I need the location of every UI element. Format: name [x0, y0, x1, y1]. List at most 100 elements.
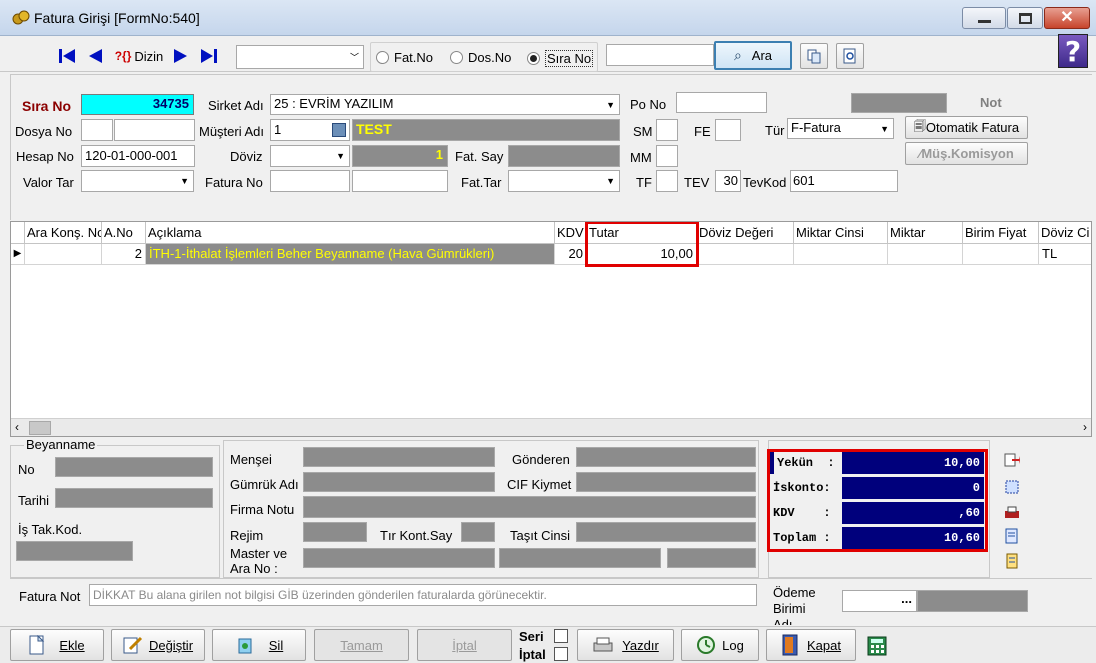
log-button[interactable]: Log: [681, 629, 759, 661]
not-label: Not: [980, 95, 1002, 110]
mm-input[interactable]: [656, 145, 678, 167]
radio-sirano[interactable]: Sıra No: [527, 50, 594, 67]
ekle-button[interactable]: Ekle: [10, 629, 104, 661]
toolbar-combo[interactable]: ﹀: [236, 45, 364, 69]
grid-header-doviz-degeri[interactable]: Döviz Değeri: [697, 222, 794, 244]
sil-button[interactable]: Sil: [212, 629, 306, 661]
doviz-rate-value: 1: [435, 147, 443, 162]
grid-header-doviz-cinsi[interactable]: Döviz Ci: [1039, 222, 1091, 244]
table-cell-miktar-cinsi[interactable]: [794, 244, 888, 265]
horizontal-scrollbar[interactable]: ‹ ›: [11, 418, 1091, 436]
fatura-not-input[interactable]: DİKKAT Bu alana girilen not bilgisi GİB …: [89, 584, 757, 606]
calculator-button[interactable]: [867, 636, 887, 656]
fe-input[interactable]: [715, 119, 741, 141]
master-ve-label: Master ve: [230, 546, 288, 561]
seri-checkbox[interactable]: [554, 629, 568, 643]
table-cell-doviz-degeri[interactable]: [697, 244, 794, 265]
next-icon: [174, 49, 187, 63]
tevkod-input[interactable]: 601: [790, 170, 898, 192]
yazdir-button[interactable]: Yazdır: [577, 629, 674, 661]
sm-input[interactable]: [656, 119, 678, 141]
grid-header-ara-kons-no[interactable]: Ara Konş. No: [25, 222, 102, 244]
tir-kont-say-label: Tır Kont.Say: [380, 528, 453, 543]
scroll-thumb[interactable]: [29, 421, 51, 435]
firma-notu-label: Firma Notu: [230, 502, 295, 517]
help-icon: ?: [1064, 34, 1082, 68]
doviz-select[interactable]: ▼: [270, 145, 350, 167]
close-button[interactable]: ✕: [1044, 7, 1090, 29]
prev-record-button[interactable]: [84, 45, 106, 67]
last-icon: [201, 49, 217, 63]
degistir-button[interactable]: Değiştir: [111, 629, 205, 661]
close-icon: ✕: [1060, 9, 1074, 26]
grid-header-miktar-cinsi[interactable]: Miktar Cinsi: [794, 222, 888, 244]
print-icon[interactable]: [1004, 505, 1020, 521]
valor-tar-select[interactable]: ▼: [81, 170, 194, 192]
search-input[interactable]: [606, 44, 714, 66]
grid-header-aciklama[interactable]: Açıklama: [146, 222, 555, 244]
musteri-code-input[interactable]: 1: [270, 119, 350, 141]
table-cell-aciklama[interactable]: İTH-1-İthalat İşlemleri Beher Beyanname …: [146, 244, 555, 265]
dosya-no-input-1[interactable]: [81, 119, 113, 141]
help-button[interactable]: ?: [1058, 34, 1088, 68]
radio-dosno[interactable]: Dos.No: [450, 50, 511, 65]
first-record-button[interactable]: [56, 45, 78, 67]
grid-header-a-no[interactable]: A.No: [102, 222, 146, 244]
toolbar: ?{} Dizin ﹀ Fat.No Dos.No Sıra No ⌕ Ara …: [0, 34, 1096, 72]
ara-label: Ara: [751, 48, 773, 63]
fatura-not-placeholder: DİKKAT Bu alana girilen not bilgisi GİB …: [93, 588, 547, 602]
fatura-no-input-2[interactable]: [352, 170, 448, 192]
tasit-cinsi-label: Taşıt Cinsi: [510, 528, 570, 543]
otomatik-fatura-button[interactable]: 🗐 Otomatik Fatura: [905, 116, 1028, 139]
radio-fatno[interactable]: Fat.No: [376, 50, 433, 65]
row-indicator: ▶: [11, 244, 25, 265]
notes-icon[interactable]: [1004, 553, 1020, 569]
is-tak-kod-label: İş Tak.Kod.: [18, 522, 83, 537]
fatura-no-input-1[interactable]: [270, 170, 350, 192]
select-icon[interactable]: [1004, 479, 1020, 495]
table-cell-doviz-cinsi[interactable]: TL: [1039, 244, 1091, 265]
copy-button[interactable]: [800, 43, 828, 69]
beyanname-no-field: [55, 457, 213, 477]
sira-no-field[interactable]: 34735: [81, 94, 194, 115]
grid-header-miktar[interactable]: Miktar: [888, 222, 963, 244]
scroll-right-icon[interactable]: ›: [1083, 420, 1087, 434]
table-cell-birim-fiyat[interactable]: [963, 244, 1039, 265]
po-no-input[interactable]: [676, 92, 767, 113]
iptal-checkbox[interactable]: [554, 647, 568, 661]
maximize-button[interactable]: [1007, 7, 1043, 29]
preview-button[interactable]: [836, 43, 864, 69]
table-cell-miktar[interactable]: [888, 244, 963, 265]
hesap-no-input[interactable]: 120-01-000-001: [81, 145, 195, 167]
mensei-field: [303, 447, 495, 467]
po-no-label: Po No: [630, 97, 667, 112]
tf-input[interactable]: [656, 170, 678, 192]
tur-select[interactable]: F-Fatura ▼: [787, 118, 894, 139]
scroll-left-icon[interactable]: ‹: [15, 420, 19, 434]
sirket-adi-select[interactable]: 25 : EVRİM YAZILIM ▼: [270, 94, 620, 115]
fat-tar-select[interactable]: ▼: [508, 170, 620, 192]
chevron-down-icon: ﹀: [349, 52, 359, 63]
odeme-label-2: Birimi: [773, 601, 806, 616]
ara-button[interactable]: ⌕ Ara: [714, 41, 792, 70]
table-cell-a-no[interactable]: 2: [102, 244, 146, 265]
list-icon[interactable]: [1004, 528, 1020, 544]
table-cell-kdv[interactable]: 20: [555, 244, 587, 265]
mus-komisyon-button: ⁄ Müş.Komisyon: [905, 142, 1028, 165]
radio-dosno-label: Dos.No: [468, 50, 512, 65]
grid-header-kdv[interactable]: KDV: [555, 222, 587, 244]
table-cell-ara-kons-no[interactable]: [25, 244, 102, 265]
dosya-no-input-2[interactable]: [114, 119, 195, 141]
tev-input[interactable]: 30: [715, 170, 741, 192]
odeme-lookup-input[interactable]: ...: [842, 590, 917, 612]
kapat-label: Kapat: [807, 637, 841, 653]
lookup-icon[interactable]: [332, 123, 346, 137]
minimize-button[interactable]: [962, 7, 1006, 29]
kapat-button[interactable]: Kapat: [766, 629, 856, 661]
dizin-button[interactable]: ?{} Dizin: [110, 44, 168, 68]
ellipsis-icon[interactable]: ...: [901, 591, 912, 606]
grid-header-birim-fiyat[interactable]: Birim Fiyat: [963, 222, 1039, 244]
export-icon[interactable]: [1004, 452, 1020, 468]
next-record-button[interactable]: [170, 45, 192, 67]
last-record-button[interactable]: [198, 45, 220, 67]
